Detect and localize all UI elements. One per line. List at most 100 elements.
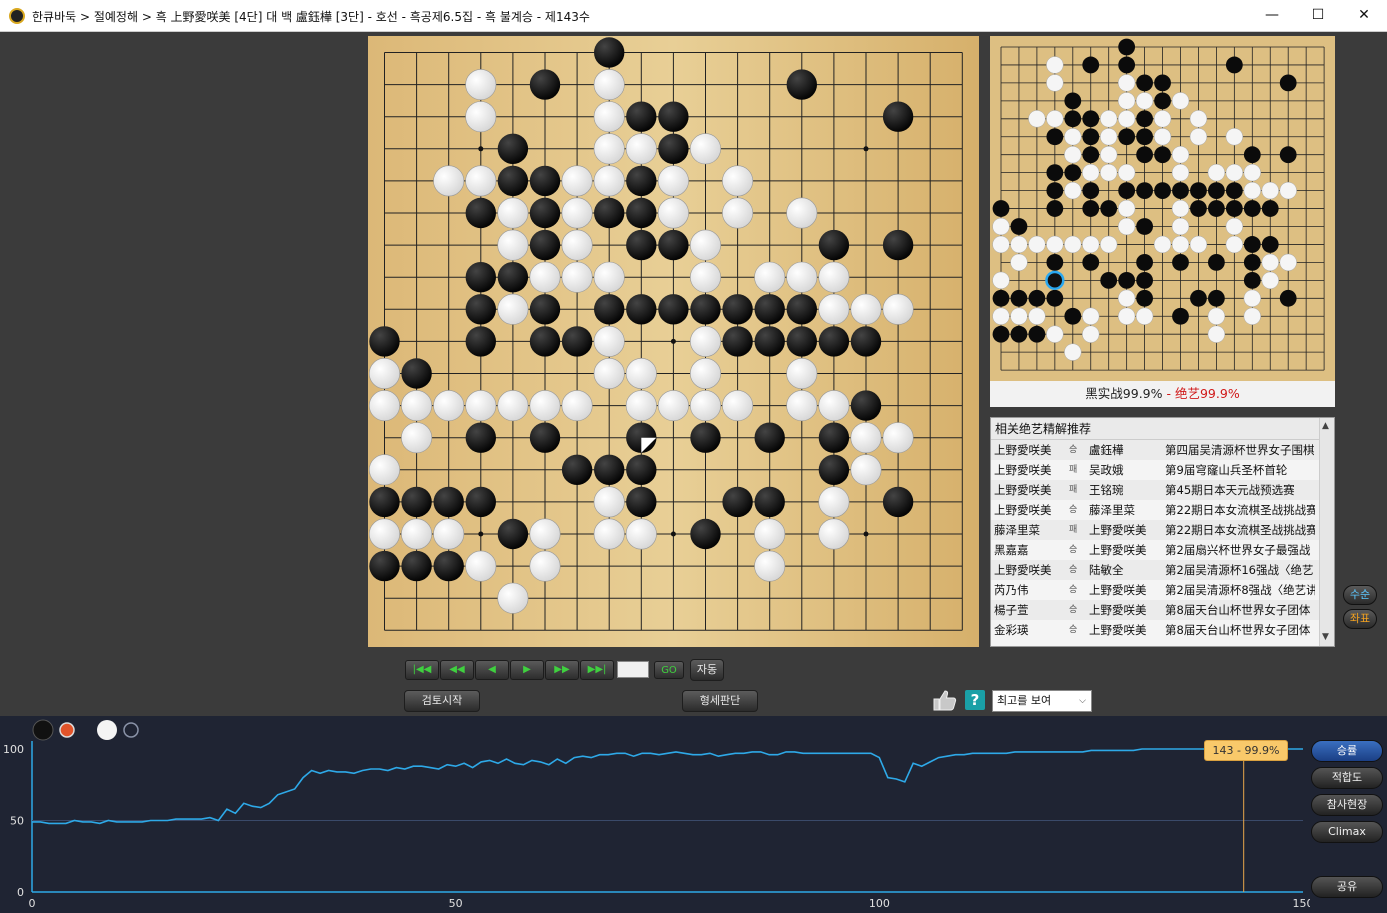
close-button[interactable]: ✕ [1341,0,1387,31]
mini-black-stone [1225,56,1243,74]
result-mark: 승 [1069,445,1078,455]
mini-black-stone [1172,307,1189,325]
mini-white-stone [1153,235,1172,254]
white-stone [497,229,529,261]
mini-black-stone [1064,110,1082,128]
white-stone [465,165,497,197]
mini-black-stone [1118,182,1136,200]
mini-black-stone [1190,289,1207,307]
white-stone [689,229,721,261]
mini-white-stone [1207,164,1226,182]
white-stone [850,454,882,486]
mini-black-stone [1136,254,1153,271]
white-stone [497,197,529,229]
recommend-row[interactable]: 上野愛咲美 승 陆敏全 第2届吴清源杯16强战〈绝艺 [991,560,1334,580]
accuracy-button[interactable]: 적합도 [1311,767,1383,789]
white-stone [593,486,625,518]
mini-white-stone [1135,92,1154,110]
event-name: 第2届扇兴杯世界女子最强战 [1165,543,1311,557]
first-move-button[interactable]: |◀◀ [405,660,439,680]
mini-white-stone [1279,253,1297,272]
auto-play-button[interactable]: 자동 [690,659,724,681]
black-stone [594,37,625,68]
back10-button[interactable]: ◀◀ [440,660,474,680]
recommend-row[interactable]: 金彩瑛 승 上野愛咲美 第8届天台山杯世界女子团体 [991,620,1334,640]
mini-black-stone [1136,146,1153,164]
main-go-board[interactable] [368,36,979,647]
recommend-row[interactable]: 上野愛咲美 승 藤泽里菜 第22期日本女流棋圣战挑战赛 [991,500,1334,520]
last-move-button[interactable]: ▶▶| [580,660,614,680]
black-stone [369,486,400,518]
recommend-row[interactable]: 藤泽里菜 패 上野愛咲美 第22期日本女流棋圣战挑战赛 [991,520,1334,540]
black-stone [401,550,432,582]
white-stone [657,390,689,422]
player-b: 王铭琬 [1089,483,1124,497]
scroll-down-icon[interactable]: ▼ [1322,632,1329,642]
recommend-row[interactable]: 上野愛咲美 패 王铭琬 第45期日本天元战预选赛 [991,480,1334,500]
coords-button[interactable]: 좌표 [1343,609,1377,629]
climax-button[interactable]: Climax [1311,821,1383,843]
black-stone [818,454,850,485]
recommend-list[interactable]: 相关绝艺精解推荐 上野愛咲美 승 盧鈺樺 第四届吴清源杯世界女子围棋 上野愛咲美 패 吴政娥… [990,417,1335,647]
move-order-button[interactable]: 수순 [1343,585,1377,605]
black-stone [465,262,496,293]
share-button[interactable]: 공유 [1311,876,1383,898]
black-stone [626,486,657,518]
player-a: 芮乃伟 [994,583,1029,597]
result-mark: 승 [1069,625,1078,635]
mini-white-stone [1118,289,1136,307]
prev-button[interactable]: ◀ [475,660,509,680]
black-stone [497,262,529,293]
winrate-chart[interactable]: 100 50 00 50 100 150 [0,716,1310,913]
recommend-row[interactable]: 楊子萱 승 上野愛咲美 第8届天台山杯世界女子团体 [991,600,1334,620]
mini-white-stone [1082,307,1100,325]
move-number-input[interactable] [617,661,649,678]
star-point [863,146,869,152]
black-stone [754,294,785,325]
recommend-row[interactable]: 黑嘉嘉 승 上野愛咲美 第2届扇兴杯世界女子最强战 [991,540,1334,560]
white-stone [593,101,625,133]
black-player-dot [32,719,54,741]
recommend-row[interactable]: 上野愛咲美 승 盧鈺樺 第四届吴清源杯世界女子围棋 [991,440,1334,460]
mini-black-stone [1046,254,1064,271]
recommend-scrollbar[interactable]: ▲ ▼ [1319,418,1334,646]
white-stone [754,518,786,550]
player-b: 上野愛咲美 [1089,603,1147,617]
mini-black-stone [1082,200,1100,217]
thumbs-up-icon[interactable] [931,688,957,712]
mini-go-board[interactable] [990,36,1335,381]
mini-black-stone [1208,200,1225,217]
go-button[interactable]: GO [654,661,684,679]
scroll-up-icon[interactable]: ▲ [1322,421,1329,431]
white-stone [786,261,818,293]
review-start-button[interactable]: 검토시작 [404,690,480,712]
tragedy-button[interactable]: 참사현장 [1311,794,1383,816]
mini-white-stone [1118,164,1136,182]
maximize-button[interactable]: ☐ [1295,0,1341,31]
white-stone [369,357,400,389]
best-move-select[interactable]: 최고를 보여 ⌵ [992,690,1092,712]
black-stone [529,422,561,453]
mini-white-stone [992,271,1010,290]
situation-button[interactable]: 형세판단 [682,690,758,712]
recommend-row[interactable]: 上野愛咲美 패 吴政娥 第9届穹窿山兵圣杯首轮 [991,460,1334,480]
white-stone [786,390,818,422]
mini-white-stone [1118,217,1136,236]
recommend-row[interactable]: 芮乃伟 승 上野愛咲美 第2届吴清源杯8强战〈绝艺讲 [991,580,1334,600]
next-button[interactable]: ▶ [510,660,544,680]
win-rate-button[interactable]: 승률 [1311,740,1383,762]
mini-white-stone [1100,128,1118,146]
white-stone [593,165,625,197]
minimize-button[interactable]: — [1249,0,1295,31]
mini-white-stone [1261,253,1279,272]
forward10-button[interactable]: ▶▶ [545,660,579,680]
mini-black-stone [1208,182,1225,200]
white-stone [625,518,657,550]
mini-white-stone [992,235,1010,254]
white-stone [497,582,529,614]
help-icon[interactable]: ? [965,690,985,710]
mini-black-stone [1028,289,1046,307]
white-stone [818,261,850,293]
result-mark: 승 [1069,505,1078,515]
white-stone [497,293,529,325]
